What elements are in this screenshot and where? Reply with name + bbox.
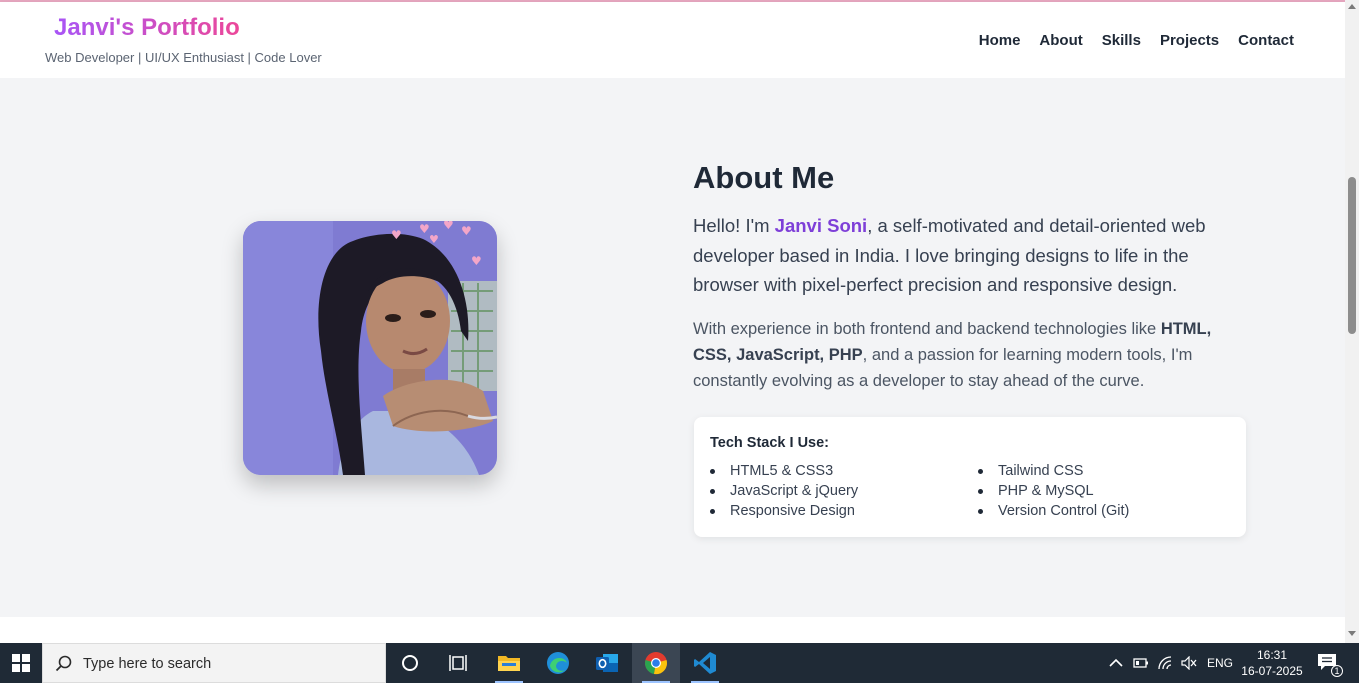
brand-logo[interactable]: Janvi's Portfolio	[54, 14, 240, 42]
svg-text:♥: ♥	[471, 254, 482, 268]
chrome-icon[interactable]	[632, 643, 680, 683]
show-hidden-icons[interactable]	[1109, 643, 1123, 683]
about-body: With experience in both frontend and bac…	[693, 316, 1253, 394]
network-icon[interactable]	[1157, 643, 1175, 683]
file-explorer-icon[interactable]	[485, 643, 533, 683]
nav-projects[interactable]: Projects	[1160, 32, 1219, 49]
tech-stack-title: Tech Stack I Use:	[710, 435, 830, 451]
main-nav: Home About Skills Projects Contact	[979, 32, 1294, 49]
clock-date: 16-07-2025	[1241, 664, 1303, 678]
vscode-icon[interactable]	[681, 643, 729, 683]
about-section: ♥ ♥ ♥ ♥ ♥ ♥ About Me Hello! I'm Janvi So…	[0, 78, 1345, 617]
brand-tagline: Web Developer | UI/UX Enthusiast | Code …	[45, 50, 322, 65]
notification-badge: 1	[1331, 665, 1343, 677]
profile-photo: ♥ ♥ ♥ ♥ ♥ ♥	[243, 221, 497, 475]
input-language[interactable]: ENG	[1207, 643, 1233, 683]
language-label: ENG	[1207, 656, 1234, 670]
scroll-thumb[interactable]	[1348, 177, 1356, 334]
name-highlight: Janvi Soni	[774, 215, 868, 236]
tech-item: Tailwind CSS	[978, 461, 1129, 481]
search-icon	[55, 655, 72, 672]
svg-text:♥: ♥	[391, 228, 402, 242]
nav-skills[interactable]: Skills	[1102, 32, 1141, 49]
taskbar-search[interactable]: Type here to search	[42, 643, 386, 683]
page-scrollbar[interactable]	[1345, 0, 1359, 643]
battery-icon[interactable]	[1133, 643, 1149, 683]
scroll-up-arrow-icon[interactable]	[1348, 4, 1356, 9]
scroll-down-arrow-icon[interactable]	[1348, 631, 1356, 636]
start-button[interactable]	[0, 643, 42, 683]
body-prefix: With experience in both frontend and bac…	[693, 320, 1161, 338]
edge-icon[interactable]	[534, 643, 582, 683]
cortana-icon[interactable]	[386, 643, 434, 683]
clock-time: 16:31	[1256, 648, 1288, 662]
nav-contact[interactable]: Contact	[1238, 32, 1294, 49]
about-lead: Hello! I'm Janvi Soni, a self-motivated …	[693, 211, 1253, 300]
task-view-icon[interactable]	[434, 643, 482, 683]
browser-viewport: Janvi's Portfolio Web Developer | UI/UX …	[0, 0, 1345, 643]
next-section	[0, 617, 1345, 643]
tech-stack-card: Tech Stack I Use: HTML5 & CSS3 JavaScrip…	[694, 417, 1246, 537]
tech-item: Version Control (Git)	[978, 501, 1129, 521]
tech-item: Responsive Design	[710, 501, 858, 521]
search-placeholder: Type here to search	[83, 656, 212, 672]
taskbar-clock[interactable]: 16:31 16-07-2025	[1241, 647, 1303, 679]
about-title: About Me	[693, 160, 835, 195]
chevron-up-icon	[1109, 658, 1123, 667]
windows-taskbar: Type here to search ENG 16:31 16-07-2025…	[0, 643, 1359, 683]
svg-text:♥: ♥	[443, 221, 454, 232]
tech-item: PHP & MySQL	[978, 481, 1129, 501]
tech-item: JavaScript & jQuery	[710, 481, 858, 501]
volume-muted-icon[interactable]	[1181, 643, 1197, 683]
site-header: Janvi's Portfolio Web Developer | UI/UX …	[0, 2, 1345, 78]
nav-home[interactable]: Home	[979, 32, 1021, 49]
svg-text:♥: ♥	[461, 224, 472, 238]
windows-logo-icon	[12, 654, 30, 672]
svg-text:♥: ♥	[429, 233, 439, 246]
tech-list-right: Tailwind CSS PHP & MySQL Version Control…	[978, 461, 1129, 521]
outlook-icon[interactable]	[583, 643, 631, 683]
lead-prefix: Hello! I'm	[693, 215, 775, 236]
tech-list-left: HTML5 & CSS3 JavaScript & jQuery Respons…	[710, 461, 858, 521]
nav-about[interactable]: About	[1039, 32, 1082, 49]
tech-item: HTML5 & CSS3	[710, 461, 858, 481]
